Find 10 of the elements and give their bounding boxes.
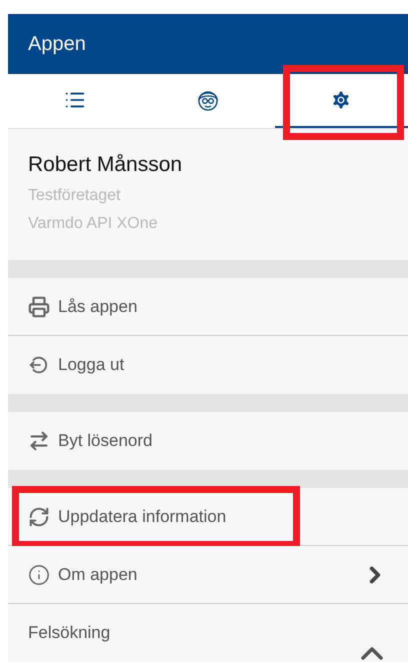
refresh-icon	[28, 506, 50, 528]
database-name: Varmdo API XOne	[28, 214, 159, 234]
printer-icon	[28, 296, 50, 318]
user-name: Robert Månsson	[28, 152, 184, 178]
info-icon	[28, 564, 50, 586]
logout-icon	[28, 354, 50, 376]
app-title: Appen	[28, 32, 86, 58]
swap-arrows-icon	[28, 430, 50, 452]
menu-item[interactable]: Om appen	[8, 546, 408, 604]
company-name: Testföretaget	[28, 186, 122, 206]
